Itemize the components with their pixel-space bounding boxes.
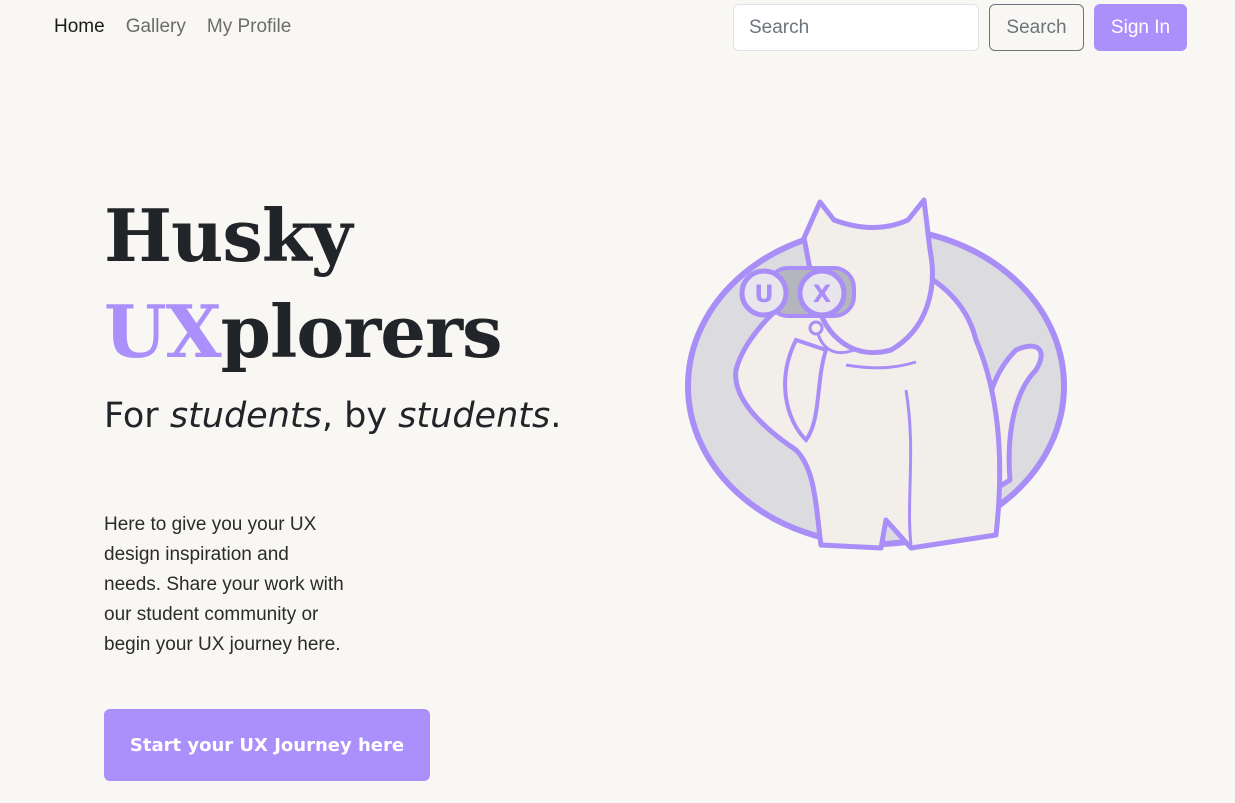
hero-title: Husky UXplorers — [104, 188, 503, 380]
search-button[interactable]: Search — [989, 4, 1084, 51]
mascot-nose — [808, 320, 824, 336]
binocular-letter-x: X — [813, 280, 832, 308]
hero-title-rest: plorers — [220, 289, 503, 374]
husky-mascot-illustration: U X — [685, 197, 1067, 551]
tagline-text-1: For — [104, 396, 170, 436]
search-input[interactable] — [733, 4, 979, 51]
intro-paragraph: Here to give you your UX design inspirat… — [104, 514, 344, 655]
hero-title-line1: Husky — [104, 193, 353, 278]
tagline-emphasis-2: students — [398, 396, 551, 436]
nav-links: Home Gallery My Profile — [54, 14, 291, 40]
nav-link-my-profile[interactable]: My Profile — [207, 14, 291, 40]
start-journey-button[interactable]: Start your UX Journey here — [104, 709, 430, 781]
tagline-emphasis-1: students — [169, 396, 322, 436]
sign-in-button[interactable]: Sign In — [1094, 4, 1187, 51]
binocular-letter-u: U — [754, 280, 774, 308]
tagline-text-2: , by — [321, 396, 399, 436]
nav-link-home[interactable]: Home — [54, 14, 105, 40]
tagline-text-3: . — [550, 396, 562, 436]
hero-title-accent: UX — [104, 289, 222, 374]
nav-link-gallery[interactable]: Gallery — [126, 14, 186, 40]
tagline: For students, by students. — [104, 394, 561, 438]
